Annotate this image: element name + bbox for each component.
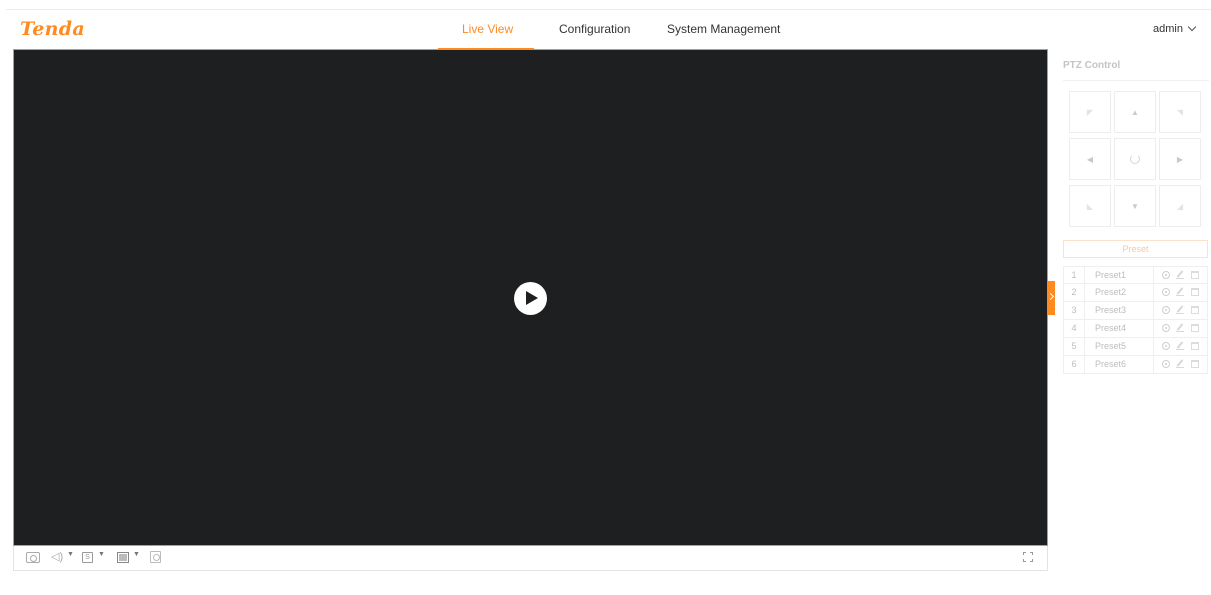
tenda-logo: Tenda: [20, 18, 85, 40]
edit-icon[interactable]: [1176, 271, 1184, 279]
user-menu[interactable]: admin: [1153, 22, 1197, 35]
preset-tab[interactable]: Preset: [1063, 240, 1208, 258]
delete-icon[interactable]: [1191, 288, 1199, 296]
edit-icon[interactable]: [1176, 324, 1184, 332]
preset-index: 2: [1064, 284, 1085, 301]
preset-actions: [1153, 302, 1209, 319]
preset-actions: [1153, 356, 1209, 373]
preset-actions: [1153, 338, 1209, 355]
preset-row[interactable]: 5 Preset5: [1063, 338, 1208, 356]
preset-name: Preset3: [1095, 305, 1127, 315]
stream-icon[interactable]: S: [82, 552, 93, 563]
edit-icon[interactable]: [1176, 360, 1184, 368]
edit-icon[interactable]: [1176, 306, 1184, 314]
edit-icon[interactable]: [1176, 342, 1184, 350]
preset-actions: [1153, 267, 1209, 284]
top-header: Tenda Live View Configuration System Man…: [6, 9, 1211, 50]
arrow-down-left-icon: ◣: [1086, 201, 1094, 211]
ptz-down-button[interactable]: ▼: [1114, 185, 1156, 227]
goto-preset-icon[interactable]: [1162, 271, 1170, 279]
edit-icon[interactable]: [1176, 288, 1184, 296]
preset-row[interactable]: 4 Preset4: [1063, 320, 1208, 338]
preset-name: Preset2: [1095, 287, 1127, 297]
preset-row[interactable]: 6 Preset6: [1063, 356, 1208, 374]
goto-preset-icon[interactable]: [1162, 306, 1170, 314]
tab-configuration[interactable]: Configuration: [559, 22, 630, 36]
arrow-down-icon: ▼: [1131, 201, 1139, 211]
arrow-right-icon: ▶: [1176, 154, 1184, 164]
ptz-up-left-button[interactable]: ◤: [1069, 91, 1111, 133]
tab-live-view[interactable]: Live View: [462, 22, 513, 36]
delete-icon[interactable]: [1191, 360, 1199, 368]
delete-icon[interactable]: [1191, 271, 1199, 279]
ptz-up-right-button[interactable]: ◥: [1159, 91, 1201, 133]
refresh-icon: [1115, 139, 1155, 179]
preset-name: Preset1: [1095, 270, 1127, 280]
video-toolbar: ◁) ▼ S ▼ ▼: [13, 546, 1048, 571]
ptz-title: PTZ Control: [1063, 60, 1121, 71]
preset-name: Preset6: [1095, 359, 1127, 369]
ptz-panel: PTZ Control ◤ ▲ ◥ ◀ ▶ ◣ ▼ ◢ Preset 1 Pre…: [1063, 49, 1209, 379]
goto-preset-icon[interactable]: [1162, 288, 1170, 296]
live-video-viewport[interactable]: [13, 49, 1048, 546]
ptz-divider: [1063, 80, 1209, 81]
preset-index: 1: [1064, 267, 1085, 284]
ptz-reset-button[interactable]: [1114, 138, 1156, 180]
ptz-up-button[interactable]: ▲: [1114, 91, 1156, 133]
play-icon[interactable]: [514, 282, 547, 315]
ptz-right-button[interactable]: ▶: [1159, 138, 1201, 180]
ptz-down-left-button[interactable]: ◣: [1069, 185, 1111, 227]
ptz-left-button[interactable]: ◀: [1069, 138, 1111, 180]
ptz-direction-pad: ◤ ▲ ◥ ◀ ▶ ◣ ▼ ◢: [1069, 91, 1207, 227]
preset-name: Preset4: [1095, 323, 1127, 333]
fullscreen-icon[interactable]: [1023, 552, 1033, 562]
username: admin: [1153, 23, 1183, 35]
preset-row[interactable]: 1 Preset1: [1063, 266, 1208, 284]
preset-list: 1 Preset1 2 Preset2 3 Preset3 4 Preset4 …: [1063, 266, 1208, 374]
window-dropdown-caret[interactable]: ▼: [133, 551, 140, 558]
preset-actions: [1153, 320, 1209, 337]
goto-preset-icon[interactable]: [1162, 342, 1170, 350]
stream-dropdown-caret[interactable]: ▼: [98, 551, 105, 558]
window-layout-icon[interactable]: [117, 552, 129, 563]
preset-actions: [1153, 284, 1209, 301]
delete-icon[interactable]: [1191, 324, 1199, 332]
delete-icon[interactable]: [1191, 342, 1199, 350]
delete-icon[interactable]: [1191, 306, 1199, 314]
arrow-left-icon: ◀: [1086, 154, 1094, 164]
goto-preset-icon[interactable]: [1162, 324, 1170, 332]
preset-index: 4: [1064, 320, 1085, 337]
panel-collapse-handle[interactable]: [1048, 281, 1055, 315]
goto-preset-icon[interactable]: [1162, 360, 1170, 368]
arrow-up-right-icon: ◥: [1176, 107, 1184, 117]
arrow-down-right-icon: ◢: [1176, 201, 1184, 211]
preset-name: Preset5: [1095, 341, 1127, 351]
arrow-up-left-icon: ◤: [1086, 107, 1094, 117]
preset-index: 5: [1064, 338, 1085, 355]
ptz-down-right-button[interactable]: ◢: [1159, 185, 1201, 227]
preset-row[interactable]: 3 Preset3: [1063, 302, 1208, 320]
sound-icon[interactable]: ◁): [51, 551, 63, 564]
preset-index: 6: [1064, 356, 1085, 373]
preset-index: 3: [1064, 302, 1085, 319]
tab-system-management[interactable]: System Management: [667, 22, 780, 36]
preset-row[interactable]: 2 Preset2: [1063, 284, 1208, 302]
snapshot-icon[interactable]: [26, 552, 40, 563]
digital-zoom-icon[interactable]: [150, 551, 161, 563]
chevron-down-icon: [1187, 22, 1197, 32]
arrow-up-icon: ▲: [1131, 107, 1139, 117]
sound-dropdown-caret[interactable]: ▼: [67, 551, 74, 558]
